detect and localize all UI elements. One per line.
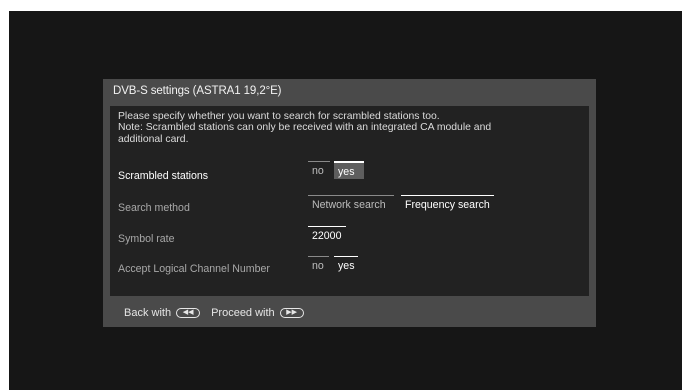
lcn-no-option[interactable]: no <box>308 256 329 274</box>
dvbs-settings-dialog: DVB-S settings (ASTRA1 19,2°E) Please sp… <box>103 79 596 327</box>
intro-line: Please specify whether you want to searc… <box>118 111 440 122</box>
scrambled-yes-option[interactable]: yes <box>334 161 364 179</box>
dialog-footer: Back with ◀◀ Proceed with ▶▶ <box>124 307 304 319</box>
dialog-title: DVB-S settings (ASTRA1 19,2°E) <box>113 85 282 97</box>
lcn-yes-option[interactable]: yes <box>334 256 358 274</box>
symbol-rate-label: Symbol rate <box>118 233 175 245</box>
settings-panel: Please specify whether you want to searc… <box>110 106 589 296</box>
fast-forward-button-icon: ▶▶ <box>279 308 304 318</box>
intro-text: Please specify whether you want to searc… <box>118 111 578 145</box>
symbol-rate-field[interactable]: 22000 <box>308 226 346 244</box>
intro-line: Note: Scrambled stations can only be rec… <box>118 122 492 134</box>
rewind-button-icon: ◀◀ <box>176 308 201 318</box>
search-method-label: Search method <box>118 202 190 214</box>
proceed-hint: Proceed with <box>211 307 275 319</box>
accept-lcn-label: Accept Logical Channel Number <box>118 263 270 275</box>
scrambled-no-option[interactable]: no <box>308 161 330 179</box>
intro-line: additional card. <box>118 133 189 145</box>
scrambled-stations-label: Scrambled stations <box>118 170 209 182</box>
network-search-option[interactable]: Network search <box>308 195 394 213</box>
back-hint: Back with <box>124 307 172 319</box>
frequency-search-option[interactable]: Frequency search <box>401 195 494 213</box>
